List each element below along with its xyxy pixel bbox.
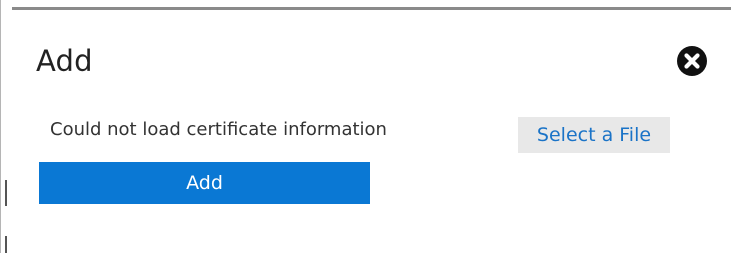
left-edge-marker (5, 180, 7, 206)
add-button[interactable]: Add (39, 162, 370, 204)
left-edge-marker (5, 236, 7, 253)
top-border (12, 7, 731, 10)
left-border (0, 0, 1, 253)
add-certificate-dialog: Add Could not load certificate informati… (0, 0, 731, 253)
certificate-status-message: Could not load certificate information (50, 119, 387, 140)
dialog-title: Add (36, 44, 93, 78)
close-icon[interactable] (676, 45, 708, 77)
select-file-button[interactable]: Select a File (518, 117, 670, 153)
